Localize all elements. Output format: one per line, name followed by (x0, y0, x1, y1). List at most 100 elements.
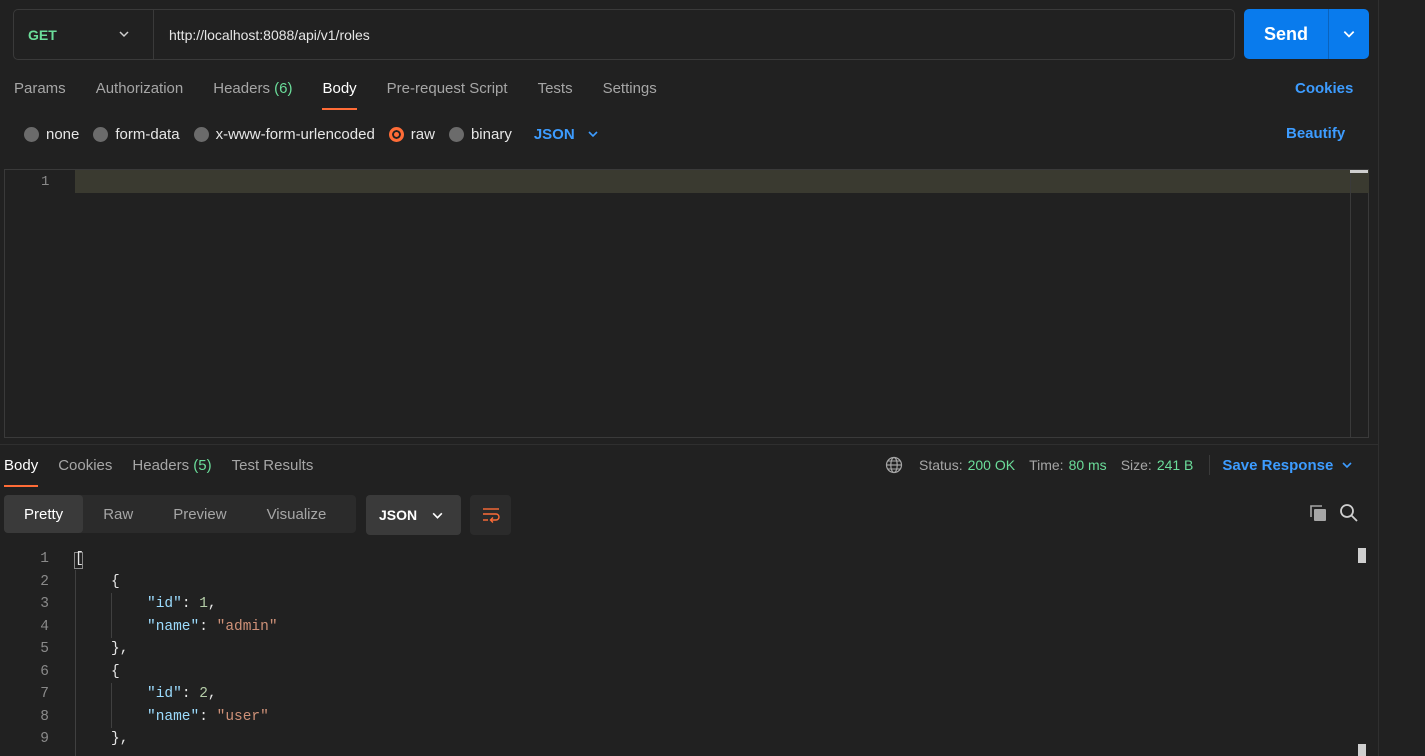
tab-authorization[interactable]: Authorization (96, 76, 184, 110)
radio-circle (193, 126, 209, 142)
save-response-label: Save Response (1222, 456, 1334, 474)
response-scrollbar-thumb[interactable] (1358, 548, 1366, 563)
radio-circle (24, 126, 39, 142)
send-options-button[interactable] (1328, 9, 1369, 59)
code-text: "name": "admin" (147, 619, 278, 635)
tab-response-body[interactable]: Body (4, 453, 39, 487)
code-token: "user" (216, 708, 269, 725)
time-label: Time: (1029, 457, 1064, 473)
tab-headers[interactable]: Headers (6) (213, 76, 292, 110)
code-token: , (207, 596, 217, 612)
view-mode-visualize[interactable]: Visualize (247, 495, 347, 533)
send-button[interactable]: Send (1244, 9, 1328, 59)
code-token: }, (111, 641, 129, 657)
cookies-link[interactable]: Cookies (1295, 80, 1353, 97)
tab-tests[interactable]: Tests (538, 76, 573, 110)
line-number: 1 (40, 551, 49, 567)
radio-urlencoded[interactable]: x-www-form-urlencoded (193, 125, 375, 143)
tab-settings[interactable]: Settings (603, 76, 657, 110)
line-number: 8 (40, 708, 49, 725)
status-value[interactable]: 200 OK (968, 457, 1015, 473)
response-scrollbar-thumb[interactable] (1358, 744, 1366, 756)
tab-label: Headers (213, 80, 270, 97)
url-bar: GET (13, 9, 1235, 60)
tab-label: Tests (537, 80, 573, 97)
wrap-lines-button[interactable] (470, 495, 511, 535)
url-input[interactable] (154, 10, 1234, 59)
code-token: "id" (147, 686, 182, 702)
editor-scrollbar[interactable] (1350, 170, 1368, 437)
radio-none[interactable]: none (24, 126, 79, 143)
code-token: 2 (199, 686, 208, 702)
response-tabs: Body Cookies Headers (5) Test Results (4, 453, 333, 487)
code-text: }, (111, 731, 128, 747)
tab-body[interactable]: Body (322, 76, 357, 110)
send-button-group: Send (1244, 9, 1369, 59)
method-label: GET (28, 26, 57, 43)
tab-response-headers[interactable]: Headers (5) (132, 453, 211, 487)
code-line: 3 "id": 1, (0, 593, 1350, 615)
chevron-down-icon (432, 512, 443, 519)
code-token: "name" (147, 618, 200, 635)
code-token: [ (75, 551, 84, 567)
tab-label: Test Results (231, 457, 314, 474)
globe-icon[interactable] (885, 456, 903, 474)
body-type-options: none form-data x-www-form-urlencoded raw… (24, 124, 599, 144)
request-body-editor[interactable]: 1 (4, 169, 1369, 438)
view-mode-preview[interactable]: Preview (153, 495, 246, 533)
method-select[interactable]: GET (14, 10, 154, 59)
line-number: 6 (40, 663, 49, 680)
code-line: 2{ (0, 571, 1350, 593)
response-format-select[interactable]: JSON (366, 495, 461, 535)
view-mode-tabs: Pretty Raw Preview Visualize (4, 495, 356, 533)
view-mode-pretty[interactable]: Pretty (4, 495, 84, 533)
time-value[interactable]: 80 ms (1069, 457, 1107, 473)
response-body-viewer[interactable]: 1[2{3 "id": 1, 4 "name": "admin" 5}, 6{7 "id":… (0, 548, 1370, 756)
radio-circle (448, 126, 464, 142)
code-token: "id" (147, 596, 182, 612)
editor-scrollbar-thumb[interactable] (1350, 170, 1368, 173)
tab-label: Cookies (58, 457, 113, 474)
code-line: 8 "name": "user" (0, 706, 1350, 728)
radio-binary[interactable]: binary (448, 126, 512, 143)
tab-params[interactable]: Params (14, 76, 66, 110)
code-line: 5}, (0, 638, 1350, 660)
request-tabs: Params Authorization Headers (6) Body Pr… (14, 76, 687, 110)
tab-label: Headers (132, 457, 190, 474)
size-value[interactable]: 241 B (1157, 457, 1194, 473)
radio-form-data[interactable]: form-data (93, 126, 180, 143)
radio-label: x-www-form-urlencoded (215, 125, 375, 143)
code-token: }, (111, 731, 129, 747)
body-format-select[interactable]: JSON (534, 126, 599, 143)
tab-pre-request-script[interactable]: Pre-request Script (387, 76, 508, 110)
beautify-link[interactable]: Beautify (1286, 125, 1345, 142)
chevron-down-icon (588, 131, 598, 138)
copy-icon[interactable] (1308, 503, 1328, 523)
line-number: 9 (40, 731, 49, 747)
save-response-button[interactable]: Save Response (1222, 457, 1353, 474)
tab-response-cookies[interactable]: Cookies (58, 453, 112, 487)
view-mode-raw[interactable]: Raw (83, 495, 153, 533)
code-line: 1[ (0, 548, 1350, 570)
code-token: , (207, 686, 217, 702)
line-number: 1 (41, 174, 50, 190)
status-label: Status: (919, 457, 963, 473)
tab-test-results[interactable]: Test Results (232, 453, 314, 487)
wrap-lines-icon (482, 508, 500, 523)
size-label: Size: (1120, 457, 1152, 473)
body-format-label: JSON (533, 125, 575, 143)
code-text: { (111, 574, 120, 590)
code-token: { (111, 573, 120, 590)
radio-label: raw (410, 125, 435, 143)
line-number: 4 (40, 618, 49, 635)
code-token: 1 (199, 596, 208, 612)
search-icon[interactable] (1339, 503, 1359, 523)
chevron-down-icon (119, 31, 129, 38)
tab-label: Settings (602, 80, 657, 97)
code-token: : (199, 618, 217, 635)
line-number: 5 (40, 641, 49, 657)
radio-raw[interactable]: raw (388, 125, 435, 143)
panel-divider[interactable] (0, 444, 1378, 445)
line-number: 2 (40, 573, 49, 590)
code-text: "id": 1, (147, 596, 217, 612)
